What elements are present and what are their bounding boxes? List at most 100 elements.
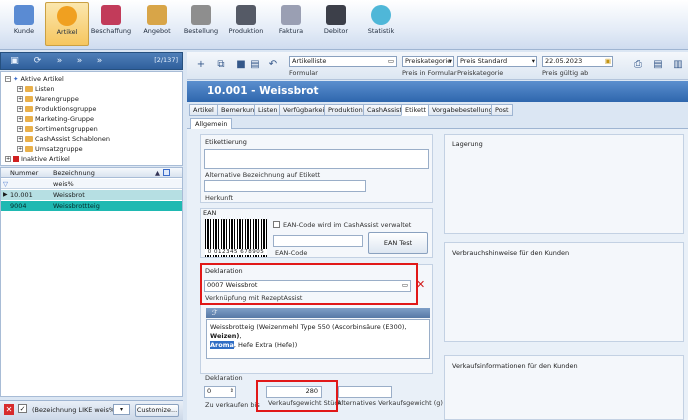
alt-gewicht-field[interactable] [338,386,392,398]
print-icon[interactable]: ⎙ [632,59,644,71]
folder-icon [25,86,33,92]
gueltig-caption: Preis gültig ab [542,69,589,77]
expand-icon[interactable]: + [5,156,11,162]
report-icon[interactable]: ▤ [652,59,664,71]
chart-icon [371,5,391,25]
filter-icon[interactable]: ▽ [3,179,8,189]
filter-expression: (Bezeichnung LIKE weis% [32,406,116,414]
clear-filter-icon[interactable]: ✕ [4,404,14,415]
filter-bar: ✕ ✓ (Bezeichnung LIKE weis% ▾ Customize.… [0,400,183,420]
collapse-icon[interactable]: − [5,76,11,82]
tree-root-icon: ✦ [13,75,19,83]
ean-test-button[interactable]: EAN Test [368,232,428,254]
expand-all-icon[interactable]: » [74,56,85,67]
tab-cashassist[interactable]: CashAssist [363,104,406,116]
ribbon-statistik-button[interactable]: Statistik [359,2,403,46]
panel-icon[interactable]: ▣ [9,56,20,67]
tree-item-aktive[interactable]: − ✦ Aktive Artikel [5,75,64,84]
category-tree: − ✦ Aktive Artikel + Listen + Warengruppe +… [0,71,183,166]
folder-icon [25,126,33,132]
lagerung-panel: Lagerung [444,134,684,234]
etikettierung-field[interactable] [204,149,429,169]
customize-button[interactable]: Customize... [135,404,179,417]
ribbon-kunde-button[interactable]: Kunde [2,2,46,46]
edit-icon[interactable]: ▤ [249,59,261,71]
field-value: Preiskategorie [405,57,452,65]
tab-listen[interactable]: Listen [254,104,282,116]
tree-item-cashassist[interactable]: + CashAssist Schablonen [17,135,110,144]
add-icon[interactable]: + [195,59,207,71]
ribbon-bestellung-button[interactable]: Bestellung [179,2,223,46]
sort-asc-icon[interactable]: ▲ [155,168,160,178]
chevron-down-icon[interactable]: ▾ [449,57,452,66]
subtab-allgemein[interactable]: Allgemein [190,118,233,129]
ingredients-header: ℱ [206,308,430,318]
ribbon-debitor-button[interactable]: Debitor [314,2,358,46]
undo-icon[interactable]: ↶ [267,59,279,71]
ean-managed-checkbox[interactable] [273,221,280,228]
save-icon[interactable]: ■ [235,59,247,71]
expand-icon[interactable]: + [17,126,23,132]
tree-item-umsatz[interactable]: + Umsatzgruppe [17,145,83,154]
tree-item-warengruppe[interactable]: + Warengruppe [17,95,79,104]
tree-item-listen[interactable]: + Listen [17,85,54,94]
tree-item-sortiment[interactable]: + Sortimentsgruppen [17,125,98,134]
date-field[interactable]: 22.05.2023 ▣ [542,56,613,67]
expand-icon[interactable]: » [54,56,65,67]
preis-standard-field[interactable]: Preis Standard ▾ [457,56,537,67]
search-icon[interactable]: ▭ [388,57,394,66]
ribbon-faktura-button[interactable]: Faktura [269,2,313,46]
expand-icon[interactable]: + [17,146,23,152]
chevron-down-icon[interactable]: ▾ [532,57,535,66]
tree-item-produktionsgruppe[interactable]: + Produktionsgruppe [17,105,96,114]
column-header-name[interactable]: Bezeichnung [53,168,95,178]
tree-label: CashAssist Schablonen [35,135,111,143]
ribbon-artikel-button[interactable]: Artikel [45,2,89,46]
filter-dropdown-icon[interactable]: ▾ [113,404,130,415]
export-icon[interactable]: ▥ [672,59,684,71]
tab-etikett[interactable]: Etikett [401,104,431,116]
tab-artikel[interactable]: Artikel [189,104,218,116]
ribbon-beschaffung-button[interactable]: Beschaffung [89,2,133,46]
column-chooser-icon[interactable] [163,169,170,176]
filter-input[interactable]: weis% [53,179,74,189]
copy-icon[interactable]: ⧉ [215,59,227,71]
spinner-icon[interactable]: ⇕ [230,387,234,396]
tab-post[interactable]: Post [491,104,513,116]
table-row[interactable]: 9004 Weissbrottteig [1,201,182,211]
expand-icon[interactable]: + [17,96,23,102]
expand-icon[interactable]: + [17,106,23,112]
highlight-verkaufsgewicht [256,380,338,412]
barcode-digits: 0 012345 678905 [205,249,267,255]
ean-check-label: EAN-Code wird im CashAssist verwaltet [283,221,412,229]
ingredients-text[interactable]: Weissbrotteig (Weizenmehl Type 550 (Asco… [206,319,430,359]
debtor-icon [326,5,346,25]
ribbon-angebot-button[interactable]: Angebot [135,2,179,46]
alt-gewicht-label: Alternatives Verkaufsgewicht (g) [337,399,443,407]
deklaration2-label: Deklaration [205,374,243,382]
verbrauch-panel: Verbrauchshinweise für den Kunden [444,242,684,342]
calendar-icon[interactable]: ▣ [605,57,611,66]
expand-icon[interactable]: + [17,136,23,142]
tree-item-inaktive[interactable]: + Inaktive Artikel [5,155,70,164]
expand-icon[interactable]: + [17,116,23,122]
verkaufsinfo-label: Verkaufsinformationen für den Kunden [452,362,578,370]
refresh-icon[interactable]: ⟳ [32,56,43,67]
zu-verkaufen-field[interactable]: 0 ⇕ [204,386,236,398]
column-header-number[interactable]: Nummer [10,168,38,178]
ribbon-produktion-button[interactable]: Produktion [224,2,268,46]
collapse-icon[interactable]: » [94,56,105,67]
tree-label: Umsatzgruppe [35,145,83,153]
preiskategorie-field[interactable]: Preiskategorie ▾ [402,56,454,67]
artikelliste-field[interactable]: Artikelliste ▭ [289,56,397,67]
tab-produktion[interactable]: Produktion [324,104,367,116]
folder-icon [25,116,33,122]
expand-icon[interactable]: + [17,86,23,92]
tab-vorgabebestellung[interactable]: Vorgabebestellung [428,104,497,116]
filter-enabled-checkbox[interactable]: ✓ [18,404,27,413]
ean-code-field[interactable] [273,235,363,247]
folder-icon [25,136,33,142]
table-row[interactable]: ▶ 10.001 Weissbrot [1,190,182,200]
tree-item-marketing[interactable]: + Marketing-Gruppe [17,115,94,124]
herkunft-field[interactable] [204,180,366,192]
